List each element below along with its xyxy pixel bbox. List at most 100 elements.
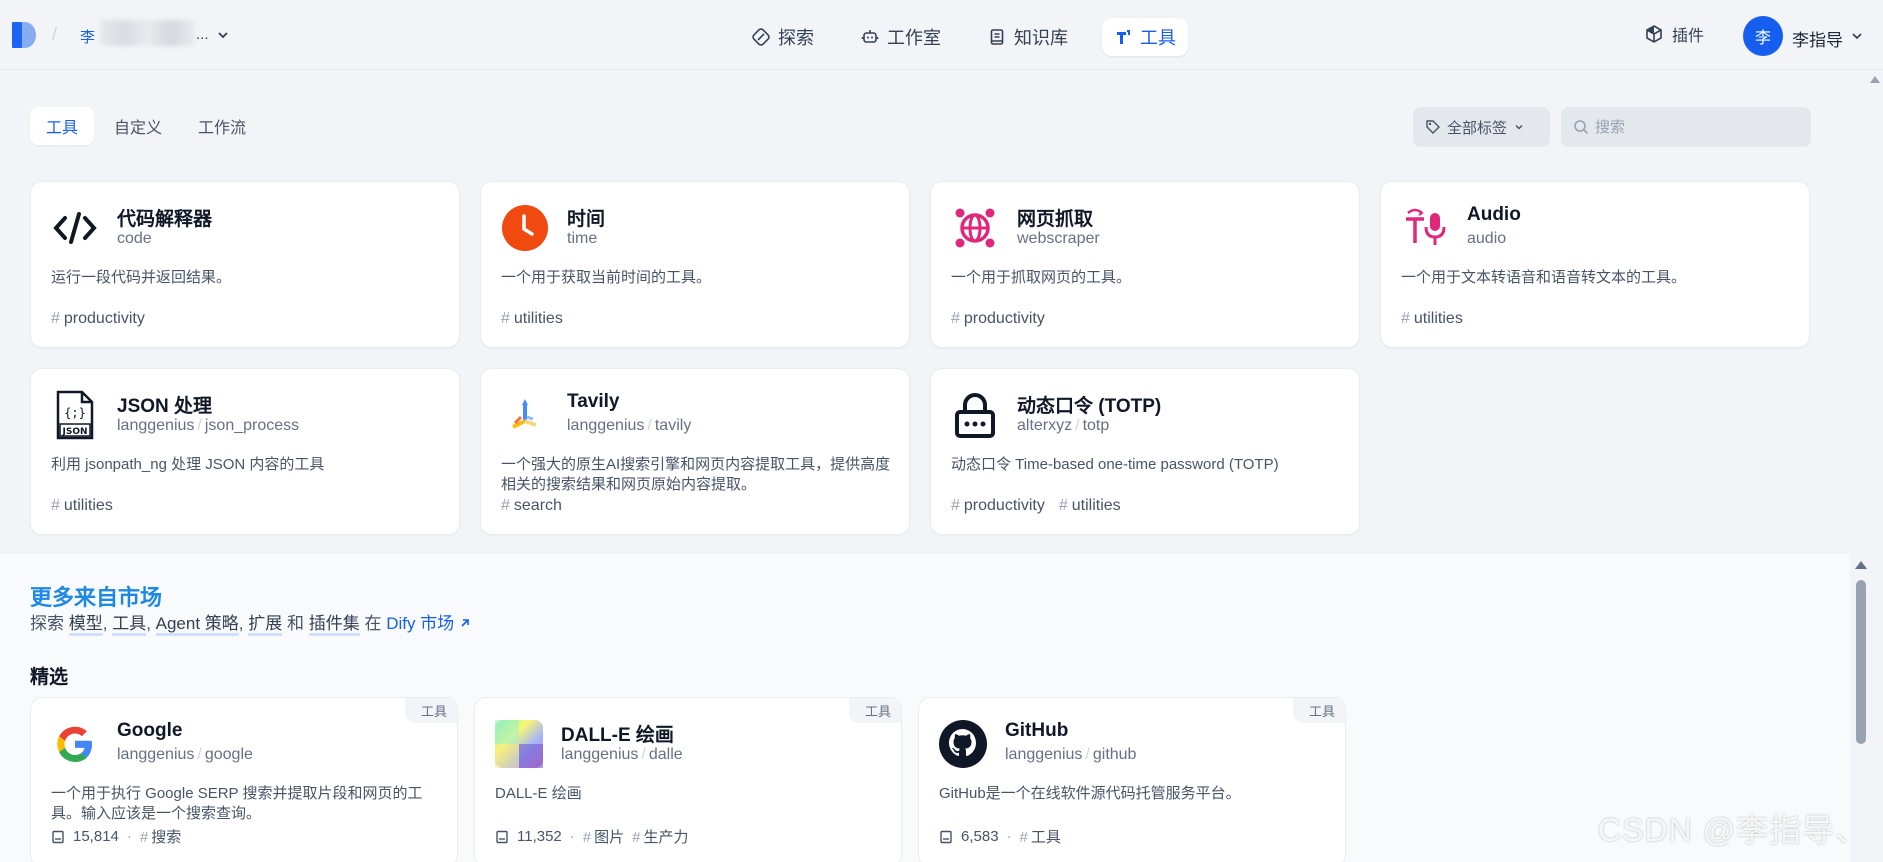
- marketplace-and: 和: [286, 614, 304, 633]
- dify-market-link[interactable]: Dify 市场: [386, 614, 471, 633]
- tag-label: 搜索: [151, 829, 182, 846]
- json-file-icon: {;} JSON: [51, 390, 99, 440]
- tool-id: tavily: [654, 417, 692, 434]
- plugin-id: dalle: [648, 746, 683, 763]
- nav-knowledge[interactable]: 知识库: [976, 18, 1080, 56]
- scroll-up-arrow-icon[interactable]: [1870, 76, 1880, 83]
- nav-studio[interactable]: 工作室: [849, 18, 953, 56]
- tag-label: productivity: [63, 310, 145, 327]
- nav-explore-label: 探索: [778, 28, 814, 48]
- market-card-google[interactable]: 工具 Google langgenius / google 一个用于执行 Googl…: [30, 697, 458, 862]
- scroll-up-arrow-icon[interactable]: [1855, 561, 1867, 569]
- chevron-down-icon[interactable]: [1851, 30, 1863, 42]
- tag-label: 工具: [1030, 829, 1061, 846]
- tag-label: utilities: [1071, 497, 1121, 514]
- tool-name: JSON 处理: [117, 396, 213, 417]
- svg-text:{;}: {;}: [64, 406, 86, 420]
- tag-icon: [1426, 120, 1440, 134]
- plugins-button[interactable]: 插件: [1644, 22, 1704, 46]
- tool-name: 网页抓取: [1017, 209, 1094, 230]
- market-card-github[interactable]: 工具 GitHub langgenius / github GitHub是一个在线软…: [918, 697, 1346, 862]
- robot-icon: [861, 30, 879, 43]
- tool-description: 运行一段代码并返回结果。: [51, 269, 232, 286]
- tool-id: code: [117, 230, 152, 247]
- workspace-name[interactable]: 李: [80, 26, 95, 47]
- tool-source: langgenius / tavily: [567, 417, 692, 434]
- svg-text:JSON: JSON: [61, 427, 87, 437]
- tool-card-audio[interactable]: Audio audio 一个用于文本转语音和语音转文本的工具。 # utiliti…: [1380, 181, 1810, 348]
- plugin-name: GitHub: [1005, 720, 1069, 741]
- tag-label: utilities: [513, 310, 563, 327]
- tools-icon: [1117, 30, 1130, 44]
- tool-description: 一个用于获取当前时间的工具。: [501, 269, 712, 286]
- scrollbar-thumb[interactable]: [1856, 580, 1866, 744]
- tab-workflow[interactable]: 工作流: [182, 107, 262, 145]
- code-icon: [51, 204, 99, 252]
- plugin-meta: 6,583 · # 工具: [939, 826, 1061, 847]
- search-input[interactable]: [1595, 118, 1795, 136]
- tag-label: 生产力: [643, 829, 689, 846]
- tag-label: search: [513, 497, 562, 514]
- nav-knowledge-label: 知识库: [1014, 28, 1068, 48]
- plugin-description: GitHub是一个在线软件源代码托管服务平台。: [939, 785, 1241, 802]
- chevron-down-icon: [1515, 124, 1523, 130]
- tool-author: alterxyz: [1017, 417, 1073, 434]
- nav-explore[interactable]: 探索: [740, 18, 826, 56]
- plugin-name: Google: [117, 720, 183, 741]
- marketplace-item-extensions: 扩展: [248, 614, 283, 636]
- tool-card-code[interactable]: 代码解释器 code 运行一段代码并返回结果。 # productivity: [30, 181, 460, 348]
- tool-tags: # utilities: [51, 497, 113, 514]
- tool-description: 一个用于抓取网页的工具。: [951, 269, 1132, 286]
- marketplace-item-bundles: 插件集: [308, 614, 360, 636]
- tag-label: utilities: [63, 497, 113, 514]
- install-count: 11,352: [517, 828, 562, 845]
- plugin-author: langgenius: [117, 746, 195, 763]
- nav-studio-label: 工作室: [887, 28, 941, 48]
- tool-description: 动态口令 Time-based one-time password (TOTP): [951, 456, 1279, 473]
- tab-builtin-tools[interactable]: 工具: [30, 107, 95, 145]
- watermark: CSDN @李指导、: [1598, 812, 1869, 848]
- nav-tools-label: 工具: [1140, 28, 1176, 48]
- tavily-icon: [501, 391, 549, 439]
- tool-tags: # productivity: [951, 310, 1045, 327]
- chevron-down-icon[interactable]: [216, 28, 230, 42]
- dify-logo-icon[interactable]: [12, 22, 36, 48]
- tag-label: utilities: [1413, 310, 1463, 327]
- tag-filter-dropdown[interactable]: 全部标签: [1413, 107, 1550, 147]
- download-count-icon: [52, 830, 64, 843]
- install-count: 6,583: [961, 828, 999, 845]
- tag-label: productivity: [963, 310, 1045, 327]
- market-card-dalle[interactable]: 工具 DALL-E 绘画 langgenius / dalle DALL-E 绘画 …: [474, 697, 902, 862]
- tool-id: audio: [1467, 230, 1507, 247]
- tool-source: alterxyz / totp: [1017, 417, 1110, 434]
- marketplace-in: 在: [364, 614, 382, 633]
- tool-name: Tavily: [567, 391, 620, 412]
- tool-id: json_process: [204, 417, 300, 434]
- plugin-id: google: [204, 746, 253, 763]
- tab-custom[interactable]: 自定义: [98, 107, 178, 145]
- marketplace-subtitle: 探索 模型, 工具, Agent 策略, 扩展 和 插件集 在 Dify 市场: [30, 609, 471, 636]
- plugin-meta: 11,352 · # 图片 # 生产力: [495, 826, 688, 847]
- plugin-type-badge: 工具: [1292, 698, 1345, 723]
- lock-icon: [951, 391, 999, 439]
- workspace-name-redacted: [100, 20, 195, 46]
- tool-card-totp[interactable]: 动态口令 (TOTP) alterxyz / totp 动态口令 Time-base…: [930, 368, 1360, 535]
- tool-card-webscraper[interactable]: 网页抓取 webscraper 一个用于抓取网页的工具。 # productivi…: [930, 181, 1360, 348]
- tool-card-json-process[interactable]: {;} JSON JSON 处理 langgenius / json_process …: [30, 368, 460, 535]
- plugin-type-badge: 工具: [848, 698, 901, 723]
- tool-tags: # search: [501, 497, 562, 514]
- tool-author: langgenius: [567, 417, 645, 434]
- plugin-name: DALL-E 绘画: [561, 725, 674, 746]
- tool-card-tavily[interactable]: Tavily langgenius / tavily 一个强大的原生AI搜索引擎和网…: [480, 368, 910, 535]
- explore-icon: [752, 28, 770, 46]
- nav-tools[interactable]: 工具: [1102, 18, 1188, 56]
- user-name[interactable]: 李指导: [1792, 26, 1843, 51]
- plugin-type-badge: 工具: [404, 698, 457, 723]
- top-navigation-bar: / 李 ... 探索 工作室 知识库 工具 插件 李 李指导: [0, 0, 1883, 70]
- plugin-description: 一个用于执行 Google SERP 搜索并提取片段和网页的工具。输入应该是一个…: [51, 785, 423, 822]
- marketplace-prefix: 探索: [30, 614, 64, 633]
- tag-label: 图片: [594, 829, 625, 846]
- avatar[interactable]: 李: [1743, 16, 1783, 56]
- tool-tags: # utilities: [501, 310, 563, 327]
- tool-card-time[interactable]: 时间 time 一个用于获取当前时间的工具。 # utilities: [480, 181, 910, 348]
